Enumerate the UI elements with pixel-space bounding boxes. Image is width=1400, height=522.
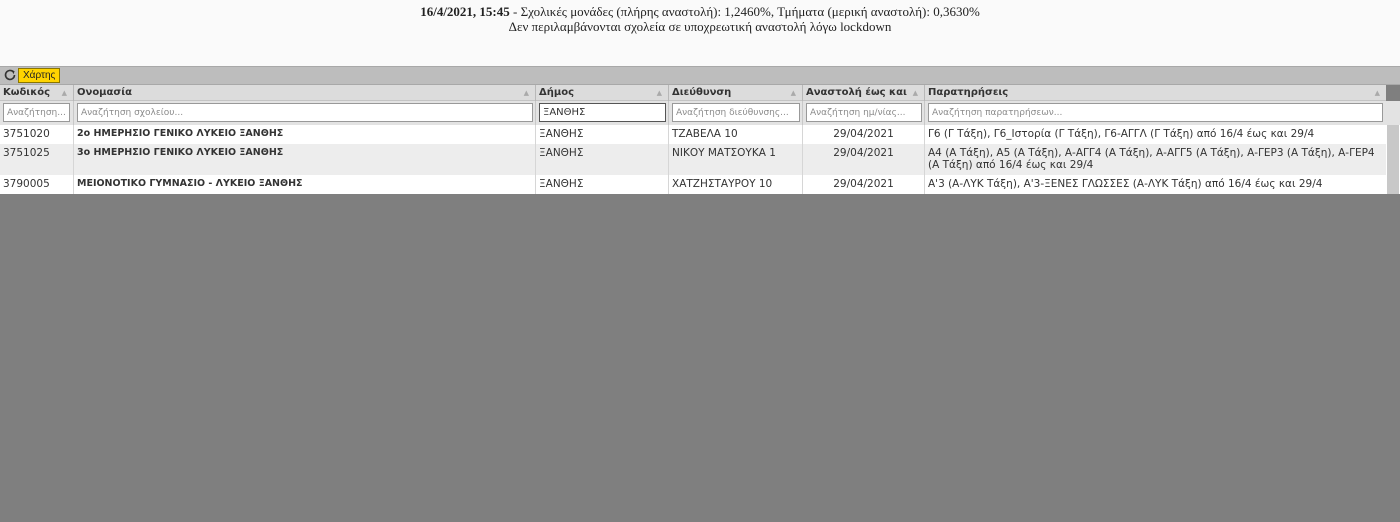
- timestamp: 16/4/2021, 15:45: [420, 4, 510, 19]
- filter-cell: [803, 101, 925, 125]
- stats-text: - Σχολικές μονάδες (πλήρης αναστολή): 1,…: [509, 4, 980, 19]
- municipality-cell: ΞΑΝΘΗΣ: [536, 144, 669, 175]
- notes-cell: Α'3 (Α-ΛΥΚ Τάξη), Α'3-ΞΕΝΕΣ ΓΛΩΣΣΕΣ (Α-Λ…: [928, 178, 1323, 190]
- code-cell: 3751020: [0, 125, 74, 144]
- lockdown-note: Δεν περιλαμβάνονται σχολεία σε υποχρεωτι…: [508, 19, 892, 34]
- sort-up-icon[interactable]: ▲: [1375, 85, 1380, 101]
- column-header-date[interactable]: Αναστολή έως και ▲: [803, 85, 925, 101]
- column-label: Κωδικός: [3, 87, 51, 98]
- table-row[interactable]: 3790005 ΜΕΙΟΝΟΤΙΚΟ ΓΥΜΝΑΣΙΟ - ΛΥΚΕΙΟ ΞΑΝ…: [0, 175, 1386, 194]
- date-cell: 29/04/2021: [803, 175, 925, 194]
- code-cell: 3790005: [0, 175, 74, 194]
- column-header-municipality[interactable]: Δήμος ▲: [536, 85, 669, 101]
- address-cell: ΝΙΚΟΥ ΜΑΤΣΟΥΚΑ 1: [669, 144, 803, 175]
- code-search-input[interactable]: [3, 103, 70, 122]
- filter-cell: [669, 101, 803, 125]
- page-header: 16/4/2021, 15:45 - Σχολικές μονάδες (πλή…: [0, 0, 1400, 66]
- municipality-cell: ΞΑΝΘΗΣ: [536, 125, 669, 144]
- filter-cell: [74, 101, 536, 125]
- school-search-input[interactable]: [77, 103, 533, 122]
- name-cell: 3ο ΗΜΕΡΗΣΙΟ ΓΕΝΙΚΟ ΛΥΚΕΙΟ ΞΑΝΘΗΣ: [74, 144, 536, 175]
- column-header-address[interactable]: Διεύθυνση ▲: [669, 85, 803, 101]
- filter-cell: [925, 101, 1386, 125]
- address-cell: ΧΑΤΖΗΣΤΑΥΡΟΥ 10: [669, 175, 803, 194]
- filter-cell: [536, 101, 669, 125]
- code-cell: 3751025: [0, 144, 74, 175]
- sort-up-icon[interactable]: ▲: [791, 85, 796, 101]
- scrollbar-thumb[interactable]: [1387, 125, 1399, 194]
- filter-cell: [0, 101, 74, 125]
- filter-row: [0, 101, 1386, 125]
- municipality-cell: ΞΑΝΘΗΣ: [536, 175, 669, 194]
- name-cell: ΜΕΙΟΝΟΤΙΚΟ ΓΥΜΝΑΣΙΟ - ΛΥΚΕΙΟ ΞΑΝΘΗΣ: [74, 175, 536, 194]
- notes-search-input[interactable]: [928, 103, 1383, 122]
- scrollbar-header-gap: [1386, 101, 1400, 125]
- refresh-icon[interactable]: [3, 68, 17, 82]
- sort-up-icon[interactable]: ▲: [657, 85, 662, 101]
- table-row[interactable]: 3751020 2ο ΗΜΕΡΗΣΙΟ ΓΕΝΙΚΟ ΛΥΚΕΙΟ ΞΑΝΘΗΣ…: [0, 125, 1386, 144]
- vertical-scrollbar[interactable]: [1386, 125, 1400, 194]
- name-cell: 2ο ΗΜΕΡΗΣΙΟ ΓΕΝΙΚΟ ΛΥΚΕΙΟ ΞΑΝΘΗΣ: [74, 125, 536, 144]
- municipality-search-input[interactable]: [539, 103, 666, 122]
- date-search-input[interactable]: [806, 103, 922, 122]
- date-cell: 29/04/2021: [803, 144, 925, 175]
- stats-line: 16/4/2021, 15:45 - Σχολικές μονάδες (πλή…: [0, 4, 1400, 19]
- sort-up-icon[interactable]: ▲: [913, 85, 918, 101]
- sort-up-icon[interactable]: ▲: [62, 85, 67, 101]
- address-search-input[interactable]: [672, 103, 800, 122]
- column-label: Παρατηρήσεις: [928, 87, 1009, 98]
- date-cell: 29/04/2021: [803, 125, 925, 144]
- column-header-name[interactable]: Ονομασία ▲: [74, 85, 536, 101]
- sort-up-icon[interactable]: ▲: [524, 85, 529, 101]
- address-cell: ΤΖΑΒΕΛΑ 10: [669, 125, 803, 144]
- toolbar: Χάρτης: [0, 66, 1400, 85]
- column-label: Ονομασία: [77, 87, 132, 98]
- map-button[interactable]: Χάρτης: [18, 68, 61, 83]
- column-label: Διεύθυνση: [672, 87, 732, 98]
- notes-cell: Γ6 (Γ Τάξη), Γ6_Ιστορία (Γ Τάξη), Γ6-ΑΓΓ…: [928, 128, 1315, 140]
- column-header-code[interactable]: Κωδικός ▲: [0, 85, 74, 101]
- column-label: Δήμος: [539, 87, 575, 98]
- table-header: Κωδικός ▲ Ονομασία ▲ Δήμος ▲ Διεύθυνση ▲ Ανα…: [0, 85, 1386, 101]
- notes-cell: Α4 (Α Τάξη), Α5 (Α Τάξη), Α-ΑΓΓ4 (Α Τάξη…: [928, 147, 1375, 171]
- table-row[interactable]: 3751025 3ο ΗΜΕΡΗΣΙΟ ΓΕΝΙΚΟ ΛΥΚΕΙΟ ΞΑΝΘΗΣ…: [0, 144, 1386, 175]
- column-header-notes[interactable]: Παρατηρήσεις ▲: [925, 85, 1386, 101]
- column-label: Αναστολή έως και: [806, 87, 907, 98]
